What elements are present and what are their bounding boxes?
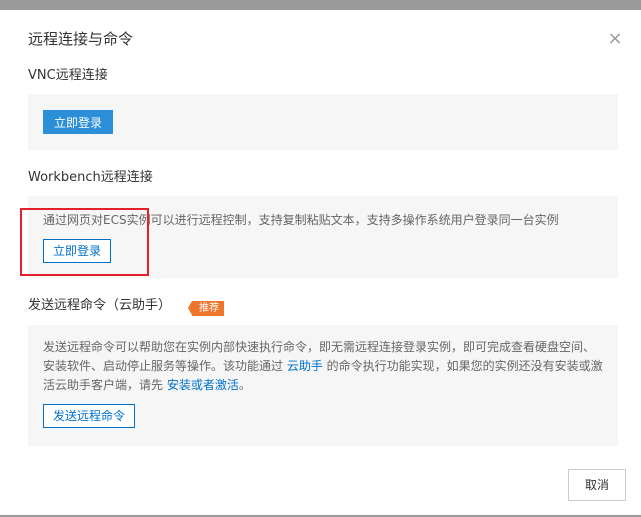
workbench-login-button[interactable]: 立即登录 <box>43 239 112 263</box>
command-description-line2: 安装软件、启动停止服务等操作。该功能通过 云助手 的命令执行功能实现，如果您的实… <box>43 358 603 375</box>
workbench-panel: 通过网页对ECS实例可以进行远程控制，支持复制粘贴文本，支持多操作系统用户登录同… <box>28 196 618 278</box>
cloud-assistant-link[interactable]: 云助手 <box>287 359 323 373</box>
workbench-section-title: Workbench远程连接 <box>28 170 153 185</box>
command-section-title: 发送远程命令（云助手） <box>28 298 172 313</box>
close-icon[interactable]: × <box>606 30 624 48</box>
cancel-button[interactable]: 取消 <box>568 469 626 501</box>
command-description-text: 活云助手客户端，请先 <box>43 378 167 392</box>
install-activate-link[interactable]: 安装或者激活 <box>167 378 239 392</box>
command-description-text: 的命令执行功能实现，如果您的实例还没有安装或激 <box>322 359 603 373</box>
command-description-line3: 活云助手客户端，请先 安装或者激活。 <box>43 377 251 394</box>
recommend-badge: 推荐 <box>188 301 224 316</box>
remote-connection-dialog: 远程连接与命令 × VNC远程连接 立即登录 Workbench远程连接 通过网… <box>0 10 641 515</box>
command-panel: 发送远程命令可以帮助您在实例内部快速执行命令，即无需远程连接登录实例，即可完成查… <box>28 325 618 446</box>
vnc-login-button[interactable]: 立即登录 <box>43 110 114 134</box>
vnc-section-title: VNC远程连接 <box>28 68 108 83</box>
command-description-line1: 发送远程命令可以帮助您在实例内部快速执行命令，即无需远程连接登录实例，即可完成查… <box>43 340 596 354</box>
dialog-title: 远程连接与命令 <box>28 30 134 48</box>
command-description-text: 。 <box>238 378 251 392</box>
workbench-description: 通过网页对ECS实例可以进行远程控制，支持复制粘贴文本，支持多操作系统用户登录同… <box>43 213 559 227</box>
command-description-text: 安装软件、启动停止服务等操作。该功能通过 <box>43 359 287 373</box>
vnc-panel: 立即登录 <box>28 94 618 150</box>
send-command-button[interactable]: 发送远程命令 <box>43 404 136 428</box>
